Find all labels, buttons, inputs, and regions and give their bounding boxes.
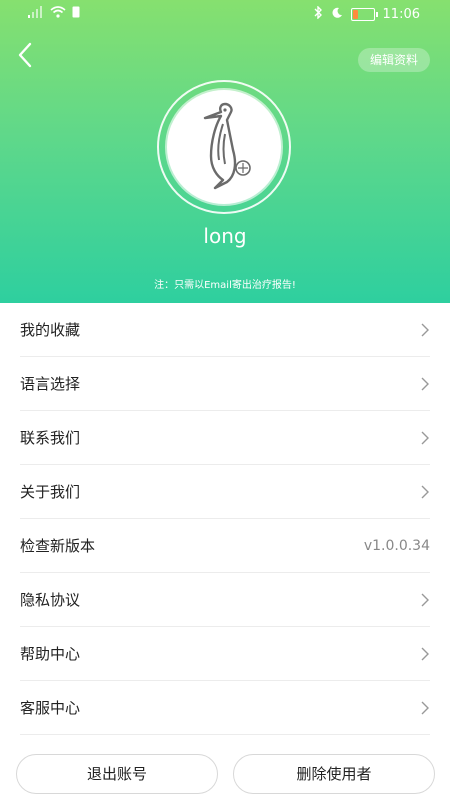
menu-item-help-center[interactable]: 帮助中心 xyxy=(20,627,430,681)
menu-item-customer-service[interactable]: 客服中心 xyxy=(20,681,430,735)
menu-item-label: 隐私协议 xyxy=(20,591,81,609)
signal-icon xyxy=(28,6,44,22)
chevron-right-icon xyxy=(421,701,429,714)
battery-icon xyxy=(350,8,378,21)
moon-icon xyxy=(331,7,343,23)
email-note: 注：只需以Email寄出治疗报告! xyxy=(154,280,296,291)
account-actions: 退出账号 删除使用者 xyxy=(0,754,450,794)
back-button[interactable] xyxy=(14,40,38,70)
chevron-right-icon xyxy=(421,647,429,660)
menu-item-label: 联系我们 xyxy=(20,429,81,447)
wifi-icon xyxy=(50,6,66,22)
menu-item-label: 检查新版本 xyxy=(20,537,96,555)
menu-item-contact-us[interactable]: 联系我们 xyxy=(20,411,430,465)
clock-time: 11:06 xyxy=(382,7,420,22)
chevron-right-icon xyxy=(421,593,429,606)
settings-menu: 我的收藏 语言选择 联系我们 关于我们 检查新版本 v1.0.0.34 隐私协议… xyxy=(0,303,450,735)
menu-item-label: 关于我们 xyxy=(20,483,81,501)
menu-item-label: 客服中心 xyxy=(20,699,81,717)
chevron-right-icon xyxy=(421,485,429,498)
bluetooth-icon xyxy=(313,5,323,23)
menu-item-check-update[interactable]: 检查新版本 v1.0.0.34 xyxy=(20,519,430,573)
avatar[interactable] xyxy=(167,90,281,204)
version-value: v1.0.0.34 xyxy=(363,537,430,554)
sim-icon xyxy=(72,6,80,22)
chevron-left-icon xyxy=(18,42,32,68)
edit-profile-button[interactable]: 编辑资料 xyxy=(357,48,430,72)
menu-item-favorites[interactable]: 我的收藏 xyxy=(20,303,430,357)
profile-header: 11:06 编辑资料 long 注：只需以Email寄出治疗报告! xyxy=(0,0,450,303)
logout-button[interactable]: 退出账号 xyxy=(16,754,218,794)
menu-item-privacy[interactable]: 隐私协议 xyxy=(20,573,430,627)
chevron-right-icon xyxy=(421,323,429,336)
menu-item-label: 语言选择 xyxy=(20,375,81,393)
menu-item-label: 我的收藏 xyxy=(20,321,81,339)
username: long xyxy=(203,224,247,248)
chevron-right-icon xyxy=(421,377,429,390)
chevron-right-icon xyxy=(421,431,429,444)
menu-item-label: 帮助中心 xyxy=(20,645,81,663)
status-bar: 11:06 xyxy=(0,0,450,30)
delete-user-button[interactable]: 删除使用者 xyxy=(233,754,435,794)
menu-item-about-us[interactable]: 关于我们 xyxy=(20,465,430,519)
menu-item-language[interactable]: 语言选择 xyxy=(20,357,430,411)
woodpecker-logo-icon xyxy=(203,102,251,190)
